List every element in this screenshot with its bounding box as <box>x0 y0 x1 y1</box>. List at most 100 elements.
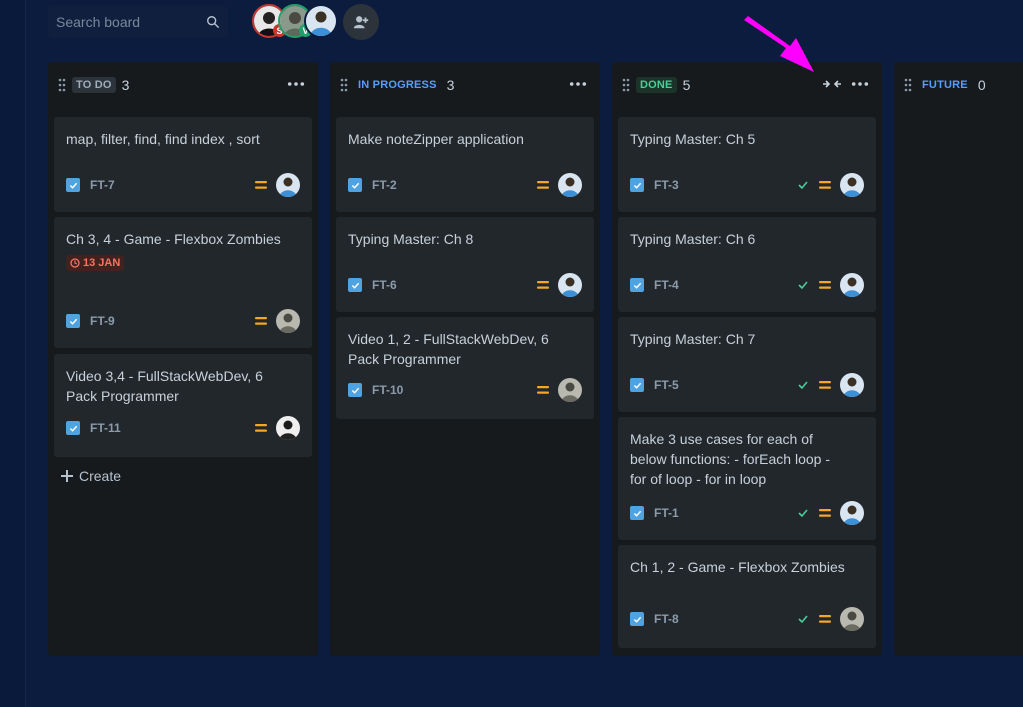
issue-key[interactable]: FT-5 <box>654 378 796 392</box>
issue-card[interactable]: Make 3 use cases for each of below funct… <box>618 417 876 540</box>
assignee-avatar[interactable] <box>276 173 300 197</box>
column-future: FUTURE 0 <box>894 62 1023 656</box>
card-summary: Video 1, 2 - FullStackWebDev, 6 Pack Pro… <box>348 331 549 367</box>
column-in-progress: IN PROGRESS 3 Make noteZipper applicatio… <box>330 62 600 656</box>
priority-medium-icon <box>537 386 549 394</box>
column-name: FUTURE <box>922 79 968 91</box>
priority-medium-icon <box>819 181 831 189</box>
done-check-icon <box>798 615 808 624</box>
issue-card[interactable]: Ch 1, 2 - Game - Flexbox Zombies FT-8 <box>618 545 876 648</box>
more-icon <box>569 82 587 86</box>
issue-card[interactable]: Typing Master: Ch 8 FT-6 <box>336 217 594 312</box>
card-summary: Typing Master: Ch 6 <box>630 231 756 247</box>
issue-key[interactable]: FT-8 <box>654 612 796 626</box>
people-filter: S V <box>252 4 338 38</box>
task-type-icon <box>66 178 80 192</box>
priority-medium-icon <box>255 317 267 325</box>
task-type-icon <box>66 421 80 435</box>
drag-handle-icon[interactable] <box>340 78 348 92</box>
task-type-icon <box>348 178 362 192</box>
done-check-icon <box>798 281 808 290</box>
due-date-text: 13 JAN <box>83 257 121 269</box>
issue-card[interactable]: Video 3,4 - FullStackWebDev, 6 Pack Prog… <box>54 354 312 457</box>
drag-handle-icon[interactable] <box>904 78 912 92</box>
create-label: Create <box>79 468 122 484</box>
issue-card[interactable]: Make noteZipper application FT-2 <box>336 117 594 212</box>
column-more-button[interactable] <box>568 74 588 94</box>
assignee-avatar[interactable] <box>558 173 582 197</box>
search-icon <box>207 16 219 28</box>
more-icon <box>287 82 305 86</box>
card-summary: Typing Master: Ch 5 <box>630 131 756 147</box>
issue-card[interactable]: Ch 3, 4 - Game - Flexbox Zombies 13 JAN … <box>54 217 312 348</box>
card-summary: Ch 1, 2 - Game - Flexbox Zombies <box>630 559 845 575</box>
drag-handle-icon[interactable] <box>58 78 66 92</box>
task-type-icon <box>348 383 362 397</box>
collapse-column-button[interactable] <box>822 74 842 94</box>
column-count: 5 <box>682 77 691 93</box>
issue-key[interactable]: FT-7 <box>90 178 254 192</box>
column-count: 3 <box>446 77 455 93</box>
assignee-avatar[interactable] <box>840 173 864 197</box>
done-check-icon <box>798 181 808 190</box>
search-board-input[interactable]: Search board <box>48 6 228 38</box>
issue-key[interactable]: FT-3 <box>654 178 796 192</box>
column-name: TO DO <box>72 77 116 93</box>
card-summary: map, filter, find, find index , sort <box>66 131 260 147</box>
column-name: IN PROGRESS <box>358 79 437 91</box>
issue-key[interactable]: FT-4 <box>654 278 796 292</box>
add-people-button[interactable] <box>343 4 379 40</box>
create-issue-button[interactable]: Create <box>56 464 125 488</box>
column-todo: TO DO 3 map, filter, find, find index , … <box>48 62 318 656</box>
priority-medium-icon <box>819 615 831 623</box>
priority-medium-icon <box>819 281 831 289</box>
assignee-avatar[interactable] <box>840 373 864 397</box>
task-type-icon <box>630 506 644 520</box>
clock-icon <box>70 258 80 268</box>
assignee-avatar[interactable] <box>558 273 582 297</box>
column-done: DONE 5 Typing Master: Ch 5 FT-3 Typing M… <box>612 62 882 656</box>
due-date-lozenge: 13 JAN <box>66 255 125 271</box>
issue-key[interactable]: FT-2 <box>372 178 536 192</box>
plus-icon <box>61 470 73 482</box>
left-sidebar-rail <box>0 0 26 707</box>
add-person-icon <box>353 16 369 29</box>
card-summary: Make noteZipper application <box>348 131 524 147</box>
issue-card[interactable]: Typing Master: Ch 7 FT-5 <box>618 317 876 412</box>
assignee-avatar[interactable] <box>840 501 864 525</box>
drag-handle-icon[interactable] <box>622 78 630 92</box>
more-icon <box>851 82 869 86</box>
assignee-avatar[interactable] <box>558 378 582 402</box>
issue-key[interactable]: FT-6 <box>372 278 536 292</box>
task-type-icon <box>66 314 80 328</box>
assignee-avatar[interactable] <box>276 309 300 333</box>
issue-card[interactable]: Typing Master: Ch 6 FT-4 <box>618 217 876 312</box>
priority-medium-icon <box>819 509 831 517</box>
issue-key[interactable]: FT-9 <box>90 314 254 328</box>
task-type-icon <box>630 612 644 626</box>
assignee-avatar[interactable] <box>276 416 300 440</box>
assignee-avatar[interactable] <box>840 273 864 297</box>
issue-key[interactable]: FT-1 <box>654 506 796 520</box>
avatar-filter-user[interactable] <box>304 4 338 38</box>
task-type-icon <box>630 178 644 192</box>
column-header-future[interactable]: FUTURE 0 <box>894 62 1023 108</box>
priority-medium-icon <box>255 424 267 432</box>
column-more-button[interactable] <box>850 74 870 94</box>
assignee-avatar[interactable] <box>840 607 864 631</box>
column-more-button[interactable] <box>286 74 306 94</box>
issue-card[interactable]: map, filter, find, find index , sort FT-… <box>54 117 312 212</box>
issue-key[interactable]: FT-10 <box>372 383 536 397</box>
done-check-icon <box>798 381 808 390</box>
done-check-icon <box>798 509 808 518</box>
column-count: 3 <box>121 77 130 93</box>
issue-card[interactable]: Typing Master: Ch 5 FT-3 <box>618 117 876 212</box>
issue-key[interactable]: FT-11 <box>90 421 254 435</box>
collapse-icon <box>823 80 841 88</box>
card-summary: Typing Master: Ch 8 <box>348 231 474 247</box>
annotation-arrow-icon <box>744 16 814 72</box>
priority-medium-icon <box>537 181 549 189</box>
column-count: 0 <box>977 77 986 93</box>
issue-card[interactable]: Video 1, 2 - FullStackWebDev, 6 Pack Pro… <box>336 317 594 419</box>
task-type-icon <box>630 378 644 392</box>
